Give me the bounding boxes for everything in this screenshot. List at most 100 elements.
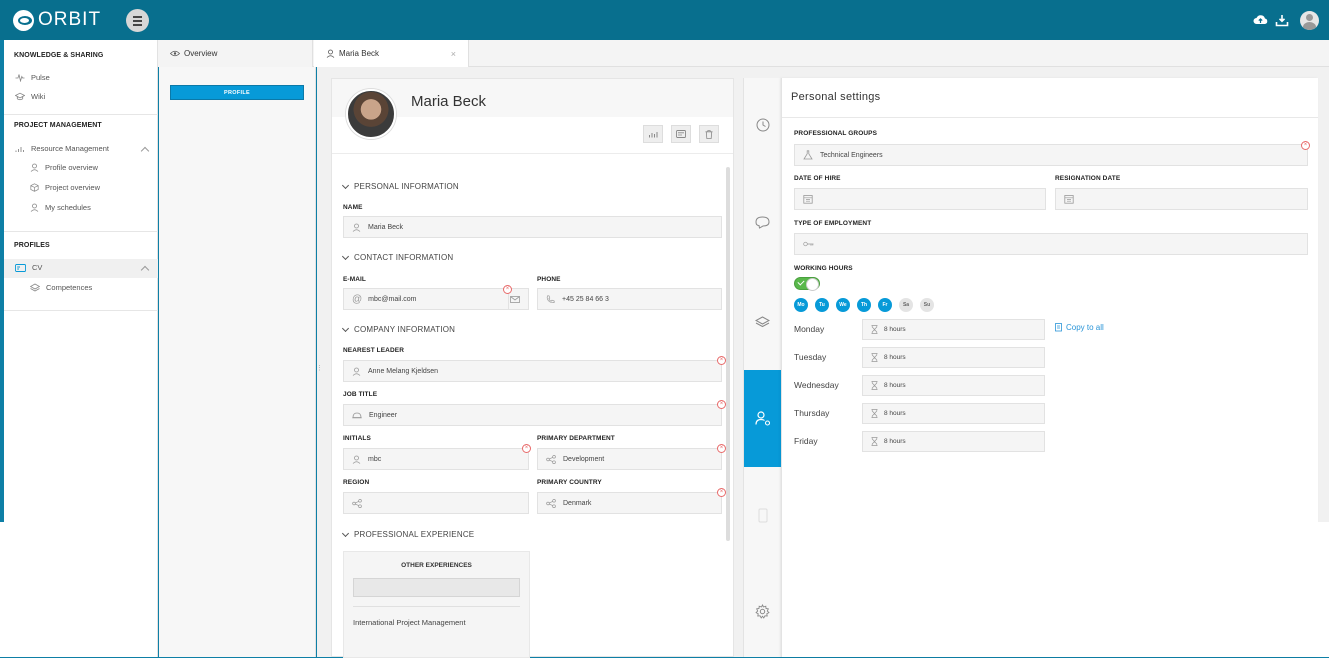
hours-value: 8 hours <box>884 410 906 417</box>
section-contact-information[interactable]: CONTACT INFORMATION <box>341 252 453 262</box>
user-icon <box>326 49 335 58</box>
hourglass-icon <box>871 325 878 334</box>
sidebar-item-label: My schedules <box>45 203 91 212</box>
sidebar-section-title: KNOWLEDGE & SHARING <box>14 52 104 59</box>
sidebar-section-title: PROFILES <box>14 242 50 249</box>
main-menu-button[interactable] <box>126 9 149 32</box>
profile-nav-column: PROFILE <box>159 67 316 657</box>
sidebar-item-resource-management[interactable]: Resource Management <box>15 144 109 153</box>
day-chip-saturday[interactable]: Sa <box>899 298 913 312</box>
sidebar-item-label: Project overview <box>45 183 101 192</box>
resize-handle-icon[interactable]: ⋮ <box>316 364 323 372</box>
resignation-date-label: RESIGNATION DATE <box>1055 175 1121 182</box>
day-label: Monday <box>794 324 825 334</box>
nearest-leader-field[interactable]: Anne Melang Kjeldsen <box>343 360 722 382</box>
field-value: Anne Melang Kjeldsen <box>368 367 439 375</box>
scrollbar[interactable] <box>726 167 730 541</box>
sidebar-item-cv[interactable]: CV <box>15 263 42 272</box>
other-experiences-input[interactable] <box>353 578 520 597</box>
hours-input[interactable]: 8 hours <box>862 375 1045 396</box>
user-avatar-icon[interactable] <box>1300 11 1319 30</box>
date-of-hire-field[interactable] <box>794 188 1046 210</box>
clock-icon[interactable] <box>744 118 781 132</box>
sidebar-item-pulse[interactable]: Pulse <box>15 73 50 82</box>
id-card-icon <box>15 263 26 272</box>
graduation-cap-icon <box>15 92 25 101</box>
primary-department-label: PRIMARY DEPARTMENT <box>537 435 615 442</box>
chat-icon[interactable] <box>744 216 781 229</box>
primary-department-field[interactable]: Development <box>537 448 722 470</box>
download-icon[interactable] <box>1274 12 1290 28</box>
cloud-upload-icon[interactable] <box>1252 12 1268 28</box>
email-label: E-MAIL <box>343 276 366 283</box>
day-chip-sunday[interactable]: Su <box>920 298 934 312</box>
chart-button[interactable] <box>643 125 663 143</box>
sidebar-item-label: Profile overview <box>45 163 98 172</box>
day-chip-friday[interactable]: Fr <box>878 298 892 312</box>
profile-name: Maria Beck <box>411 93 487 110</box>
section-title: PROFESSIONAL EXPERIENCE <box>354 530 475 539</box>
name-field[interactable]: Maria Beck <box>343 216 722 238</box>
chevron-down-icon <box>341 529 350 537</box>
sidebar-item-label: Pulse <box>31 73 50 82</box>
resignation-date-field[interactable] <box>1055 188 1308 210</box>
sidebar-item-wiki[interactable]: Wiki <box>15 92 45 101</box>
close-tab-icon[interactable]: × <box>451 49 456 59</box>
day-chip-thursday[interactable]: Th <box>857 298 871 312</box>
section-company-information[interactable]: COMPANY INFORMATION <box>341 324 455 334</box>
field-value: Development <box>563 455 605 463</box>
user-settings-tab[interactable] <box>744 370 781 467</box>
field-value: +45 25 84 66 3 <box>562 295 609 303</box>
user-icon <box>352 367 361 376</box>
orbit-logo[interactable]: ORBIT <box>13 9 101 31</box>
panel-header: Personal settings <box>782 78 1318 118</box>
mobile-icon[interactable] <box>744 508 781 523</box>
region-field[interactable] <box>343 492 529 514</box>
section-personal-information[interactable]: PERSONAL INFORMATION <box>341 181 459 191</box>
sidebar-divider <box>4 310 158 311</box>
hours-input[interactable]: 8 hours <box>862 319 1045 340</box>
gear-icon[interactable] <box>744 604 781 619</box>
top-bar: ORBIT <box>0 0 1329 40</box>
job-title-field[interactable]: Engineer <box>343 404 722 426</box>
copy-to-all-link[interactable]: Copy to all <box>1055 323 1104 332</box>
tab-overview[interactable]: Overview <box>158 40 313 67</box>
sidebar-item-project-overview[interactable]: Project overview <box>30 183 100 192</box>
hours-input[interactable]: 8 hours <box>862 347 1045 368</box>
key-icon <box>803 241 814 247</box>
chevron-up-icon[interactable] <box>140 146 150 156</box>
hours-input[interactable]: 8 hours <box>862 431 1045 452</box>
flask-icon <box>803 150 813 160</box>
share-nodes-icon <box>546 498 556 508</box>
phone-field[interactable]: +45 25 84 66 3 <box>537 288 722 310</box>
sidebar-item-label: Wiki <box>31 92 46 101</box>
day-chip-monday[interactable]: Mo <box>794 298 808 312</box>
hourglass-icon <box>871 409 878 418</box>
divider <box>332 153 733 154</box>
sidebar-item-my-schedules[interactable]: My schedules <box>30 203 91 212</box>
layers-icon[interactable] <box>744 316 781 328</box>
professional-groups-field[interactable]: Technical Engineers <box>794 144 1308 166</box>
initials-field[interactable]: mbc <box>343 448 529 470</box>
sidebar-item-competences[interactable]: Competences <box>30 283 92 292</box>
profile-button[interactable]: PROFILE <box>170 85 304 100</box>
divider <box>353 606 520 607</box>
delete-button[interactable] <box>699 125 719 143</box>
day-chip-tuesday[interactable]: Tu <box>815 298 829 312</box>
type-of-employment-field[interactable] <box>794 233 1308 255</box>
list-item[interactable]: International Project Management <box>353 618 466 627</box>
primary-country-field[interactable]: Denmark <box>537 492 722 514</box>
user-icon <box>352 455 361 464</box>
id-card-button[interactable] <box>671 125 691 143</box>
field-value: Engineer <box>369 411 398 419</box>
working-hours-toggle[interactable] <box>794 277 820 291</box>
sidebar-item-profile-overview[interactable]: Profile overview <box>30 163 98 172</box>
at-sign-icon: @ <box>352 293 363 305</box>
day-chip-wednesday[interactable]: We <box>836 298 850 312</box>
tab-label: Maria Beck <box>339 49 380 58</box>
tab-maria-beck[interactable]: Maria Beck × <box>314 40 469 67</box>
section-professional-experience[interactable]: PROFESSIONAL EXPERIENCE <box>341 529 475 539</box>
hours-input[interactable]: 8 hours <box>862 403 1045 424</box>
email-field[interactable]: @ mbc@mail.com <box>343 288 529 310</box>
chevron-down-icon <box>341 252 350 260</box>
